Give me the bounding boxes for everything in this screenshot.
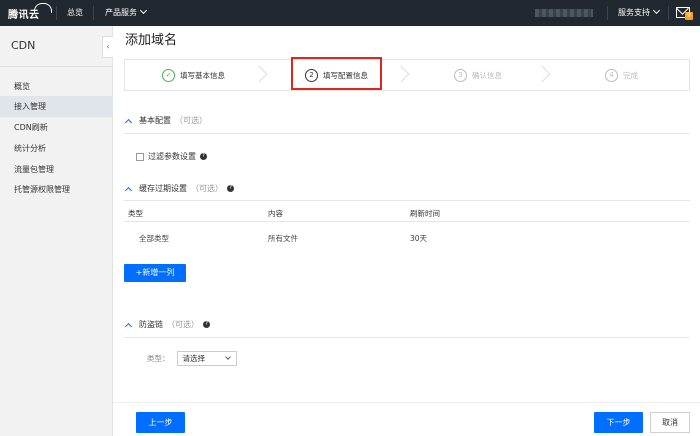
filter-param-label[interactable]: 过滤参数设置 xyxy=(148,151,196,162)
chevron-down-icon xyxy=(652,6,661,15)
sidebar-item-statistics[interactable]: 统计分析 xyxy=(0,138,113,159)
nav-products-menu[interactable]: 产品服务 xyxy=(105,6,148,18)
step-arrow-icon xyxy=(250,65,268,83)
add-row-button[interactable]: +新增一列 xyxy=(124,264,186,282)
hotlink-title: 防盗链 xyxy=(139,320,163,329)
section-divider xyxy=(124,337,690,338)
cache-config-title: 缓存过期设置 xyxy=(139,184,187,193)
help-icon[interactable]: ? xyxy=(200,153,207,160)
hotlink-type-label: 类型： xyxy=(147,354,170,363)
cell-content: 所有文件 xyxy=(268,234,298,243)
nav-support-menu[interactable]: 服务支持 xyxy=(618,6,661,18)
column-header-type: 类型 xyxy=(128,209,143,218)
chevron-up-icon xyxy=(124,118,133,126)
step-arrow-icon xyxy=(533,65,551,83)
column-header-content: 内容 xyxy=(268,209,283,218)
step-1-label: 填写基本信息 xyxy=(180,70,225,80)
sidebar-title: CDN xyxy=(11,39,36,52)
help-icon[interactable]: ? xyxy=(227,185,234,192)
chevron-down-icon xyxy=(224,354,231,360)
chevron-up-icon xyxy=(124,186,133,194)
footer-divider xyxy=(113,402,700,403)
check-icon: ✓ xyxy=(162,68,175,82)
hotlink-type-value: 请选择 xyxy=(182,354,206,363)
hotlink-type-row: 类型： 请选择 xyxy=(147,351,237,366)
cell-refresh-time: 30天 xyxy=(410,234,428,243)
section-divider xyxy=(124,200,690,201)
sidebar-item-access-management[interactable]: 接入管理 xyxy=(0,96,113,117)
hotlink-optional: （可选） xyxy=(167,320,199,329)
divider xyxy=(607,6,608,20)
column-header-refresh-time: 刷新时间 xyxy=(410,209,440,218)
divider xyxy=(93,6,94,20)
tencent-cloud-logo[interactable]: 腾讯云 xyxy=(8,3,52,22)
table-row: 全部类型 所有文件 30天 xyxy=(124,222,690,256)
sidebar-item-overview[interactable]: 概览 xyxy=(0,76,113,97)
step-3-number: 3 xyxy=(454,68,467,82)
sidebar-item-cdn-refresh[interactable]: CDN刷新 xyxy=(0,117,113,138)
cache-config-header[interactable]: 缓存过期设置 （可选） ? xyxy=(124,183,234,194)
cancel-button[interactable]: 取消 xyxy=(650,412,690,433)
account-name-blurred[interactable] xyxy=(535,9,593,17)
step-arrow-icon xyxy=(392,65,410,83)
sidebar-collapse-button[interactable]: ‹ xyxy=(102,36,113,58)
basic-config-title: 基本配置 xyxy=(139,116,171,125)
help-icon[interactable]: ? xyxy=(203,321,210,328)
step-4-number: 4 xyxy=(605,68,618,82)
cloud-icon xyxy=(34,3,52,13)
nav-products-label: 产品服务 xyxy=(105,8,137,17)
step-4-label: 完成 xyxy=(623,70,638,80)
next-step-button[interactable]: 下一步 xyxy=(594,412,643,433)
cache-config-optional: （可选） xyxy=(191,184,223,193)
basic-config-optional: （可选） xyxy=(175,116,207,125)
step-3-label: 确认信息 xyxy=(472,70,502,80)
step-4: 4 完成 xyxy=(605,60,638,90)
basic-config-header[interactable]: 基本配置 （可选） xyxy=(124,115,207,126)
top-navigation-bar: 腾讯云 总览 产品服务 服务支持 9 xyxy=(0,0,700,26)
step-1: ✓ 填写基本信息 xyxy=(162,60,225,90)
sidebar-item-traffic-package[interactable]: 流量包管理 xyxy=(0,159,113,180)
hotlink-type-select[interactable]: 请选择 xyxy=(176,351,237,366)
divider xyxy=(56,6,57,20)
hotlink-header[interactable]: 防盗链 （可选） ? xyxy=(124,319,210,330)
divider xyxy=(668,6,669,20)
chevron-down-icon xyxy=(139,6,148,15)
chevron-up-icon xyxy=(124,322,133,330)
cache-table-header: 类型 内容 刷新时间 xyxy=(124,206,690,222)
nav-overview-link[interactable]: 总览 xyxy=(67,7,83,18)
section-divider xyxy=(124,133,690,134)
filter-param-row: 过滤参数设置 ? xyxy=(136,151,207,162)
sidebar-divider xyxy=(0,66,113,67)
nav-support-label: 服务支持 xyxy=(618,8,650,17)
current-step-highlight xyxy=(291,57,382,90)
sidebar: CDN 概览 接入管理 CDN刷新 统计分析 流量包管理 托管源权限管理 xyxy=(0,26,113,436)
cell-type: 全部类型 xyxy=(139,234,169,243)
sidebar-item-hosted-origin-permissions[interactable]: 托管源权限管理 xyxy=(0,179,113,200)
mail-count-badge: 9 xyxy=(685,12,693,20)
filter-param-checkbox[interactable] xyxy=(136,152,144,161)
prev-step-button[interactable]: 上一步 xyxy=(136,412,185,433)
page-title: 添加域名 xyxy=(125,33,178,48)
step-3: 3 确认信息 xyxy=(454,60,502,90)
step-indicator: ✓ 填写基本信息 2 填写配置信息 3 确认信息 4 完成 xyxy=(124,59,690,91)
